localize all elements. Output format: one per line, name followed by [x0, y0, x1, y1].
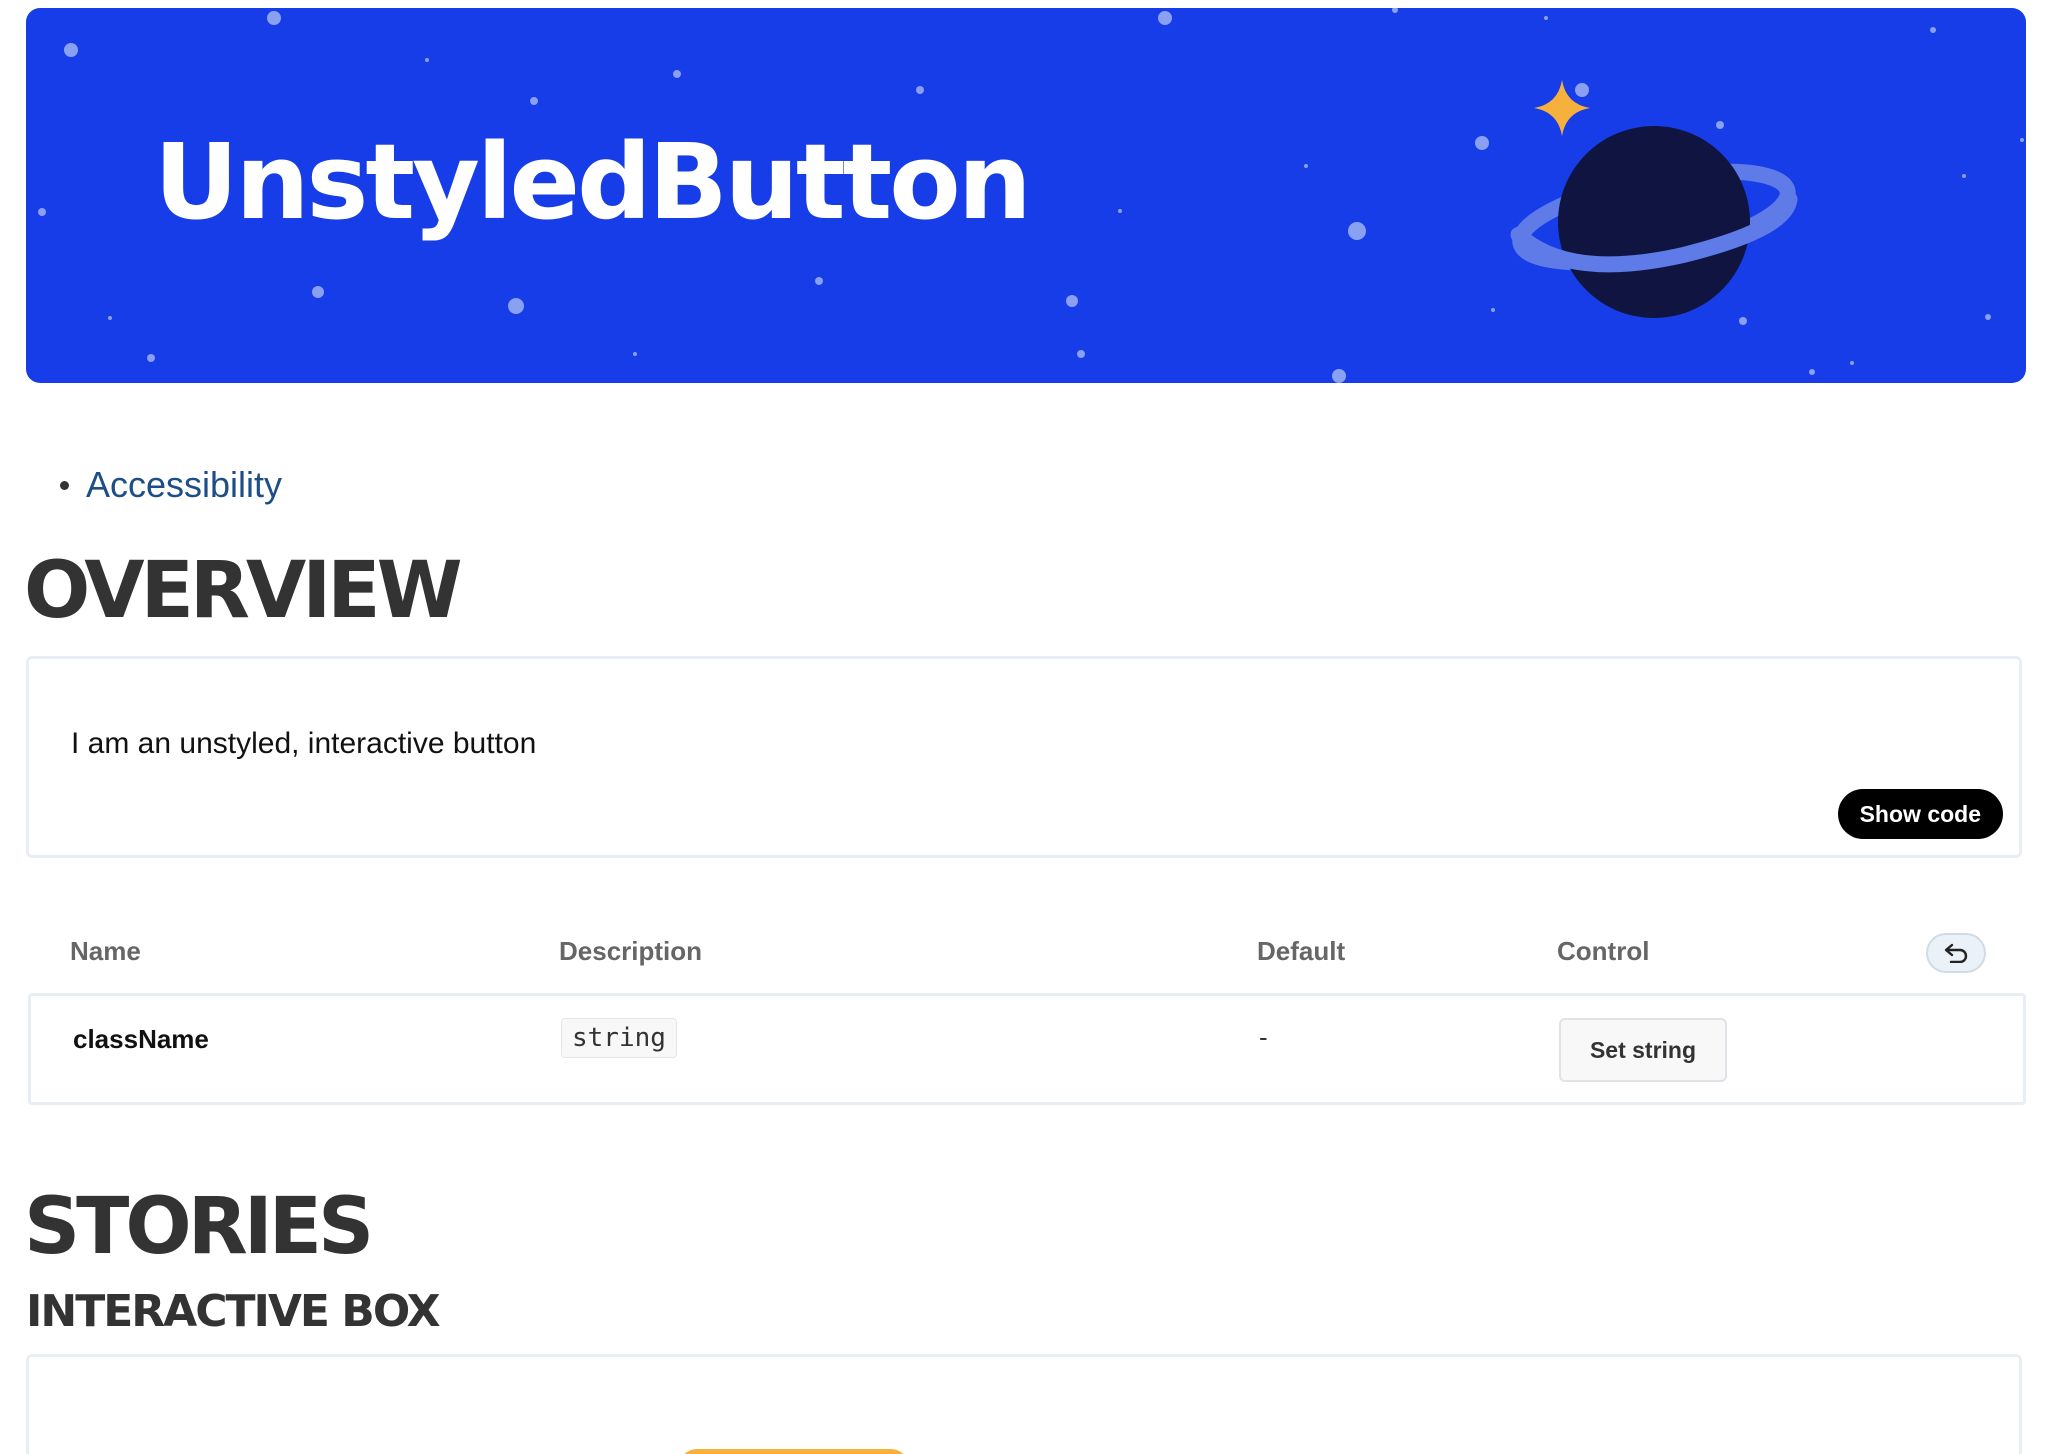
show-code-button[interactable]: Show code	[1837, 789, 2003, 839]
docs-page: UnstyledButton Accessibility OVERVIEW I …	[0, 0, 2046, 1454]
table-row: className string - Set string	[28, 993, 2026, 1105]
column-header-control: Control	[1557, 936, 1650, 966]
story-heading-interactive-box: INTERACTIVE BOX	[26, 1286, 441, 1337]
hero-banner: UnstyledButton	[26, 8, 2026, 383]
prop-type-badge: string	[561, 1018, 677, 1058]
table-of-contents: Accessibility	[60, 460, 282, 510]
prop-name: className	[73, 1024, 209, 1054]
overview-heading: OVERVIEW	[24, 546, 463, 636]
sparkle-icon	[1534, 80, 1590, 136]
column-header-description: Description	[559, 936, 703, 966]
set-string-button[interactable]: Set string	[1559, 1018, 1727, 1082]
stories-heading: STORIES	[24, 1182, 374, 1272]
reset-controls-button[interactable]	[1926, 933, 1986, 973]
bullet-icon	[60, 481, 69, 490]
story-preview-interactive-box	[26, 1354, 2022, 1454]
prop-default: -	[1259, 1022, 1268, 1052]
interactive-box-button[interactable]	[679, 1449, 909, 1454]
toc-item: Accessibility	[60, 460, 282, 510]
column-header-default: Default	[1257, 936, 1346, 966]
story-preview: I am an unstyled, interactive button Sho…	[26, 656, 2022, 858]
preview-text[interactable]: I am an unstyled, interactive button	[71, 727, 536, 761]
undo-icon	[1944, 943, 1968, 963]
toc-link-accessibility[interactable]: Accessibility	[86, 464, 282, 505]
column-header-name: Name	[70, 936, 141, 966]
page-title: UnstyledButton	[154, 121, 1032, 243]
planet-illustration	[1510, 80, 1798, 318]
